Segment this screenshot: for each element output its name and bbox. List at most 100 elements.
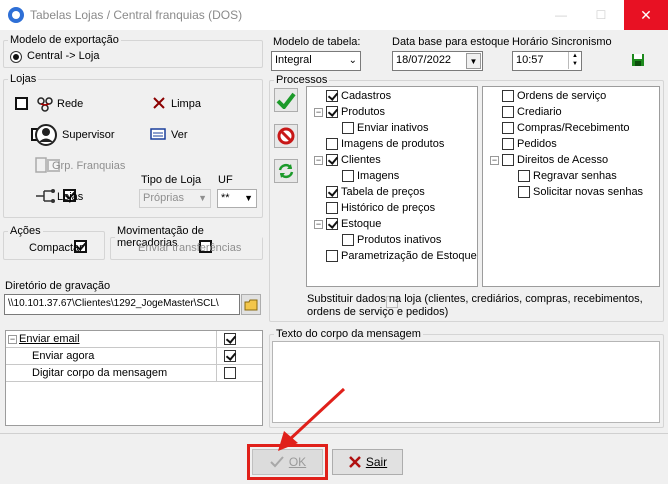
lojas-label[interactable]: Lojas: [57, 191, 83, 203]
tree-item-checkbox[interactable]: [326, 154, 338, 166]
tree-item[interactable]: Pedidos: [490, 138, 557, 150]
close-button[interactable]: ✕: [624, 0, 668, 30]
supervisor-label[interactable]: Supervisor: [62, 129, 115, 141]
tree-item[interactable]: Parametrização de Estoque: [314, 250, 477, 262]
tree-item-checkbox[interactable]: [342, 170, 354, 182]
browse-folder-button[interactable]: [241, 294, 261, 315]
tree-item-checkbox[interactable]: [502, 122, 514, 134]
tree-item-label: Direitos de Acesso: [517, 154, 609, 166]
minimize-button[interactable]: —: [541, 0, 581, 30]
tree-item-checkbox[interactable]: [326, 138, 338, 150]
tree-item[interactable]: − Direitos de Acesso: [490, 154, 608, 166]
sync-time-label: Horário Sincronismo: [512, 36, 612, 48]
grid-row-checkbox[interactable]: [223, 333, 236, 345]
tree-item-checkbox[interactable]: [326, 250, 338, 262]
tree-item-checkbox[interactable]: [342, 234, 354, 246]
spin-down-icon[interactable]: ▼: [569, 60, 581, 68]
export-model-legend: Modelo de exportação: [10, 34, 119, 46]
tree-item[interactable]: − Clientes: [314, 154, 381, 166]
view-list-icon: [150, 128, 166, 140]
tree-item-checkbox[interactable]: [326, 90, 338, 102]
tree-item[interactable]: Enviar inativos: [330, 122, 429, 134]
tree-item[interactable]: − Estoque: [314, 218, 381, 230]
directory-input[interactable]: \\10.101.37.67\Clientes\1292_JogeMaster\…: [4, 294, 240, 315]
tree-item-checkbox[interactable]: [326, 106, 338, 118]
ver-button[interactable]: Ver: [171, 129, 188, 141]
grid-row[interactable]: − Enviar email: [6, 331, 262, 348]
uf-select[interactable]: ** ▼: [217, 189, 257, 208]
table-model-select[interactable]: Integral ⌄: [271, 51, 361, 71]
tree-item[interactable]: Ordens de serviço: [490, 90, 606, 102]
store-type-select[interactable]: Próprias ▼: [139, 189, 211, 208]
tree-item[interactable]: Compras/Recebimento: [490, 122, 630, 134]
tree-item[interactable]: Tabela de preços: [314, 186, 425, 198]
franquias-label: Grp. Franquias: [52, 160, 126, 172]
supervisor-icon: [35, 124, 57, 146]
base-date-value: 18/07/2022: [396, 54, 452, 66]
folder-icon: [244, 299, 258, 310]
tree-item-checkbox[interactable]: [518, 186, 530, 198]
export-model-radio[interactable]: [10, 51, 22, 63]
franchise-icon: [35, 157, 47, 173]
grid-checkbox-cell: [216, 348, 242, 364]
tree-item[interactable]: Produtos inativos: [330, 234, 441, 246]
tree-item[interactable]: Crediario: [490, 106, 562, 118]
substitute-data-label-line1: Substituir dados na loja (clientes, cred…: [307, 293, 643, 305]
tree-item-checkbox[interactable]: [326, 218, 338, 230]
app-icon: [8, 7, 24, 23]
tree-item[interactable]: − Produtos: [314, 106, 385, 118]
tree-item-checkbox[interactable]: [502, 154, 514, 166]
limpa-button[interactable]: Limpa: [171, 98, 201, 110]
tree-item[interactable]: Histórico de preços: [314, 202, 435, 214]
refresh-button[interactable]: [274, 159, 298, 183]
grid-row-checkbox[interactable]: [223, 350, 236, 362]
tree-item-label: Solicitar novas senhas: [533, 186, 644, 198]
substitute-data-label-line2: ordens de serviço e pedidos): [307, 306, 449, 318]
collapse-icon[interactable]: −: [8, 335, 17, 344]
tree-item[interactable]: Regravar senhas: [506, 170, 617, 182]
time-spinner[interactable]: ▲ ▼: [568, 52, 581, 69]
clear-all-button[interactable]: [274, 124, 298, 148]
close-icon: [348, 456, 361, 468]
processes-tree-right[interactable]: Ordens de serviço Crediario Compras/Recebi…: [482, 86, 660, 287]
tree-item[interactable]: Cadastros: [314, 90, 391, 102]
message-body-legend: Texto do corpo da mensagem: [276, 328, 421, 340]
sync-time-input[interactable]: 10:57 ▲ ▼: [512, 51, 582, 71]
collapse-icon[interactable]: −: [314, 219, 323, 229]
tree-item-checkbox[interactable]: [502, 138, 514, 150]
tree-item-label: Cadastros: [341, 90, 392, 102]
refresh-icon: [278, 163, 294, 179]
collapse-icon[interactable]: −: [314, 107, 323, 117]
rede-checkbox[interactable]: [15, 97, 28, 110]
tree-item-checkbox[interactable]: [326, 202, 338, 214]
save-icon[interactable]: [631, 53, 645, 67]
exit-button[interactable]: Sair: [332, 449, 403, 475]
base-date-input[interactable]: 18/07/2022 ▼: [392, 51, 483, 71]
tree-item-checkbox[interactable]: [342, 122, 354, 134]
processes-tree-left[interactable]: Cadastros − Produtos Enviar inativos Imagens…: [306, 86, 478, 287]
tree-item-checkbox[interactable]: [502, 90, 514, 102]
collapse-icon[interactable]: −: [490, 155, 499, 165]
tree-item-checkbox[interactable]: [518, 170, 530, 182]
grid-row[interactable]: Enviar agora: [6, 348, 262, 365]
window-title: Tabelas Lojas / Central franquias (DOS): [30, 8, 243, 22]
collapse-icon[interactable]: −: [314, 155, 323, 165]
tree-item-checkbox[interactable]: [502, 106, 514, 118]
chevron-down-icon: ⌄: [348, 55, 357, 66]
email-options-grid[interactable]: − Enviar email Enviar agora Digitar corpo d…: [5, 330, 263, 426]
clear-x-icon: [153, 97, 165, 109]
tree-item-label: Ordens de serviço: [517, 90, 607, 102]
grid-row[interactable]: Digitar corpo da mensagem: [6, 365, 262, 382]
rede-label[interactable]: Rede: [57, 98, 83, 110]
grid-row-checkbox[interactable]: [223, 367, 236, 379]
tree-item[interactable]: Solicitar novas senhas: [506, 186, 643, 198]
calendar-dropdown-icon[interactable]: ▼: [466, 53, 481, 69]
tree-item[interactable]: Imagens: [330, 170, 399, 182]
tree-item-label: Imagens de produtos: [341, 138, 445, 150]
spin-up-icon[interactable]: ▲: [569, 52, 581, 60]
tree-item[interactable]: Imagens de produtos: [314, 138, 444, 150]
store-type-label: Tipo de Loja: [141, 174, 202, 186]
tree-item-checkbox[interactable]: [326, 186, 338, 198]
maximize-button[interactable]: ☐: [581, 0, 621, 30]
select-all-button[interactable]: [274, 88, 298, 112]
